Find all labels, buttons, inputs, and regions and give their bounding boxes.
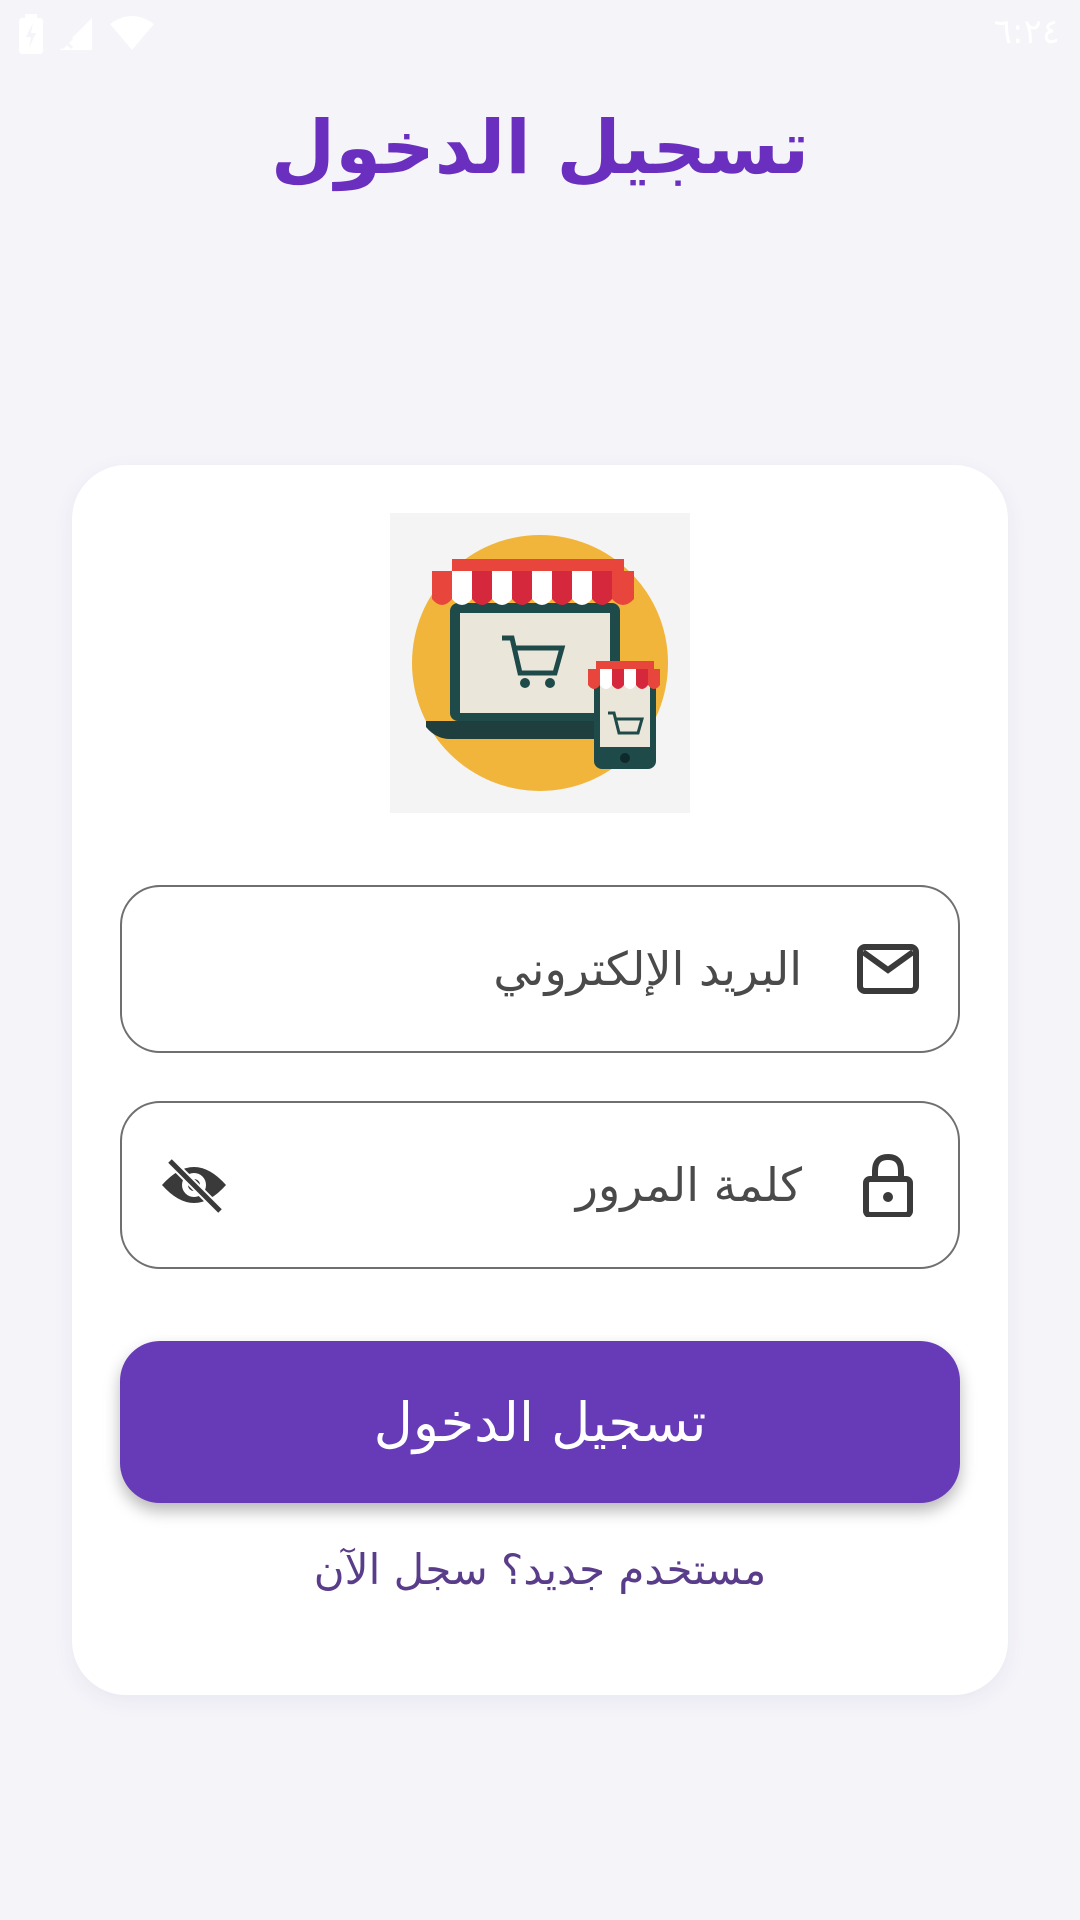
eye-off-icon[interactable] (158, 1149, 230, 1221)
online-shop-logo-icon (390, 513, 690, 813)
status-time: ٦:٢٤ (993, 12, 1060, 52)
login-card: البريد الإلكتروني كلمة المرور تسجيل الدخ… (72, 465, 1008, 1695)
wifi-icon (108, 16, 156, 56)
battery-charging-icon (18, 14, 44, 58)
password-field[interactable]: كلمة المرور (120, 1101, 960, 1269)
status-icons (18, 14, 156, 58)
status-bar: ٦:٢٤ (0, 0, 1080, 70)
register-link[interactable]: مستخدم جديد؟ سجل الآن (72, 1545, 1008, 1594)
login-button[interactable]: تسجيل الدخول (120, 1341, 960, 1503)
page-title: تسجيل الدخول (270, 105, 810, 191)
password-placeholder: كلمة المرور (575, 1158, 802, 1212)
email-placeholder: البريد الإلكتروني (493, 942, 802, 996)
email-field[interactable]: البريد الإلكتروني (120, 885, 960, 1053)
mail-icon (856, 937, 920, 1001)
signal-off-icon (58, 16, 94, 56)
lock-icon (856, 1153, 920, 1217)
